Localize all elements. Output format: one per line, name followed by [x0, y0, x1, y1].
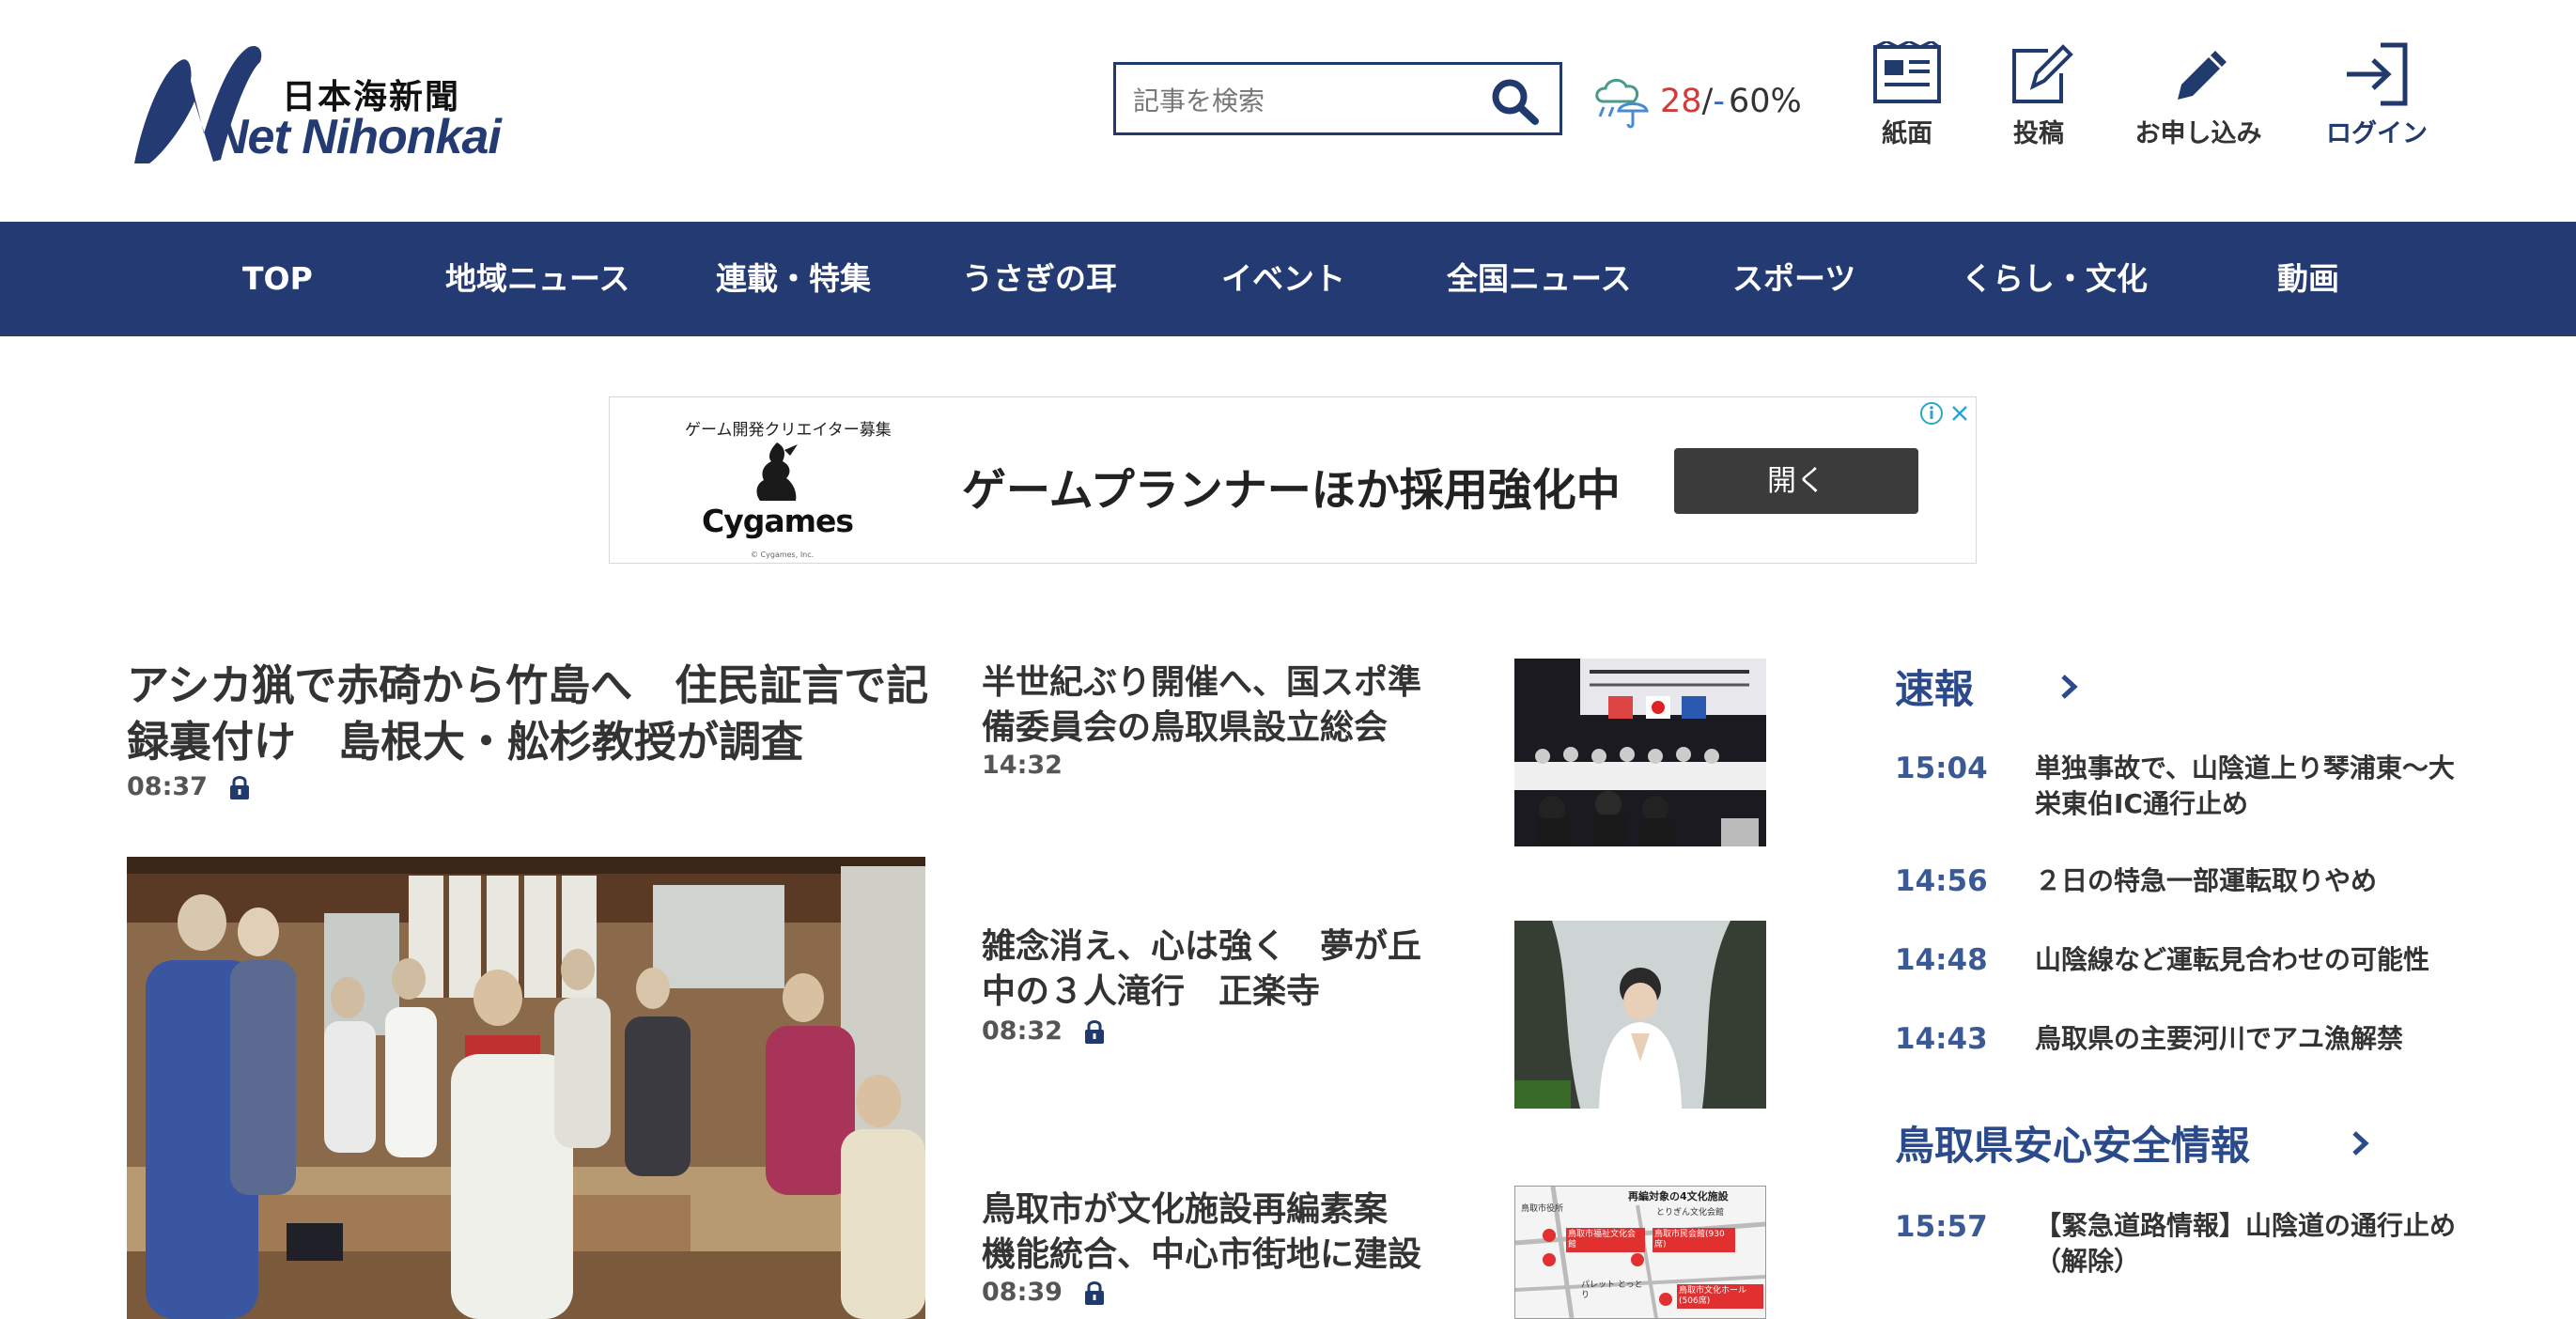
map-label: 鳥取市文化ホール(506席)	[1677, 1284, 1763, 1309]
mid-article-meta: 08:39	[982, 1278, 1106, 1307]
map-label: パレット とっとり	[1581, 1280, 1643, 1300]
nav-item-usagi[interactable]: うさぎの耳	[962, 222, 1117, 336]
ad-small-text: ゲーム開発クリエイター募集	[685, 421, 892, 440]
ad-open-button[interactable]: 開く	[1674, 448, 1918, 514]
mid-article-thumb-map[interactable]: 再編対象の4文化施設 鳥取市福祉文化会館 鳥取市民会館(930席) 鳥取市文化ホ…	[1514, 1186, 1766, 1319]
breaking-item[interactable]: ２日の特急一部運転取りやめ	[2035, 863, 2476, 899]
safety-time: 15:57	[1895, 1210, 1988, 1244]
main-photo-image	[127, 857, 925, 1319]
header-link-post[interactable]: 投稿	[2001, 41, 2076, 149]
nav-item-series[interactable]: 連載・特集	[716, 222, 871, 336]
nav-item-local-news[interactable]: 地域ニュース	[445, 222, 629, 336]
article-time: 08:37	[127, 772, 208, 801]
mid-article-meta: 14:32	[982, 751, 1063, 780]
logo-text: Net Nihonkai	[213, 110, 502, 164]
header-link-label: お申し込み	[2134, 119, 2262, 148]
safety-item[interactable]: 【緊急道路情報】山陰道の通行止め（解除）	[2035, 1208, 2476, 1280]
breaking-item[interactable]: 山陰線など運転見合わせの可能性	[2035, 942, 2476, 978]
mid-article-title[interactable]: 半世紀ぶり開催へ、国スポ準備委員会の鳥取県設立総会	[982, 660, 1451, 751]
ad-brand-name: Cygames	[702, 503, 854, 539]
nav-item-sports[interactable]: スポーツ	[1732, 222, 1855, 336]
cygames-logo-icon	[756, 442, 798, 501]
ad-close-icon[interactable]	[1948, 401, 1972, 426]
breaking-item[interactable]: 鳥取県の主要河川でアユ漁解禁	[2035, 1021, 2476, 1057]
nav-item-events[interactable]: イベント	[1221, 222, 1345, 336]
pen-icon	[2178, 51, 2227, 100]
article-time: 14:32	[982, 751, 1063, 780]
weather-widget[interactable]: 28/- 60%	[1591, 73, 1802, 130]
rain-chance: 60%	[1728, 83, 1802, 120]
breaking-item[interactable]: 単独事故で、山陰道上り琴浦東～大栄東伯IC通行止め	[2035, 751, 2476, 822]
thumb-waterfall-image	[1514, 921, 1766, 1109]
lock-icon	[1084, 1280, 1104, 1305]
cloud-rain-umbrella-icon	[1595, 79, 1649, 129]
nav-item-top[interactable]: TOP	[242, 222, 313, 336]
nav-item-life-culture[interactable]: くらし・文化	[1962, 222, 2148, 336]
chevron-right-icon[interactable]	[2349, 1127, 2371, 1159]
map-label: 鳥取市福祉文化会館	[1566, 1228, 1645, 1252]
nav-item-national-news[interactable]: 全国ニュース	[1447, 222, 1631, 336]
search-icon	[1492, 79, 1539, 125]
lock-icon	[229, 775, 249, 799]
main-nav: TOP 地域ニュース 連載・特集 うさぎの耳 イベント 全国ニュース スポーツ …	[0, 222, 2576, 336]
mid-article-meta: 08:32	[982, 1016, 1106, 1046]
search-input[interactable]	[1131, 78, 1473, 123]
main-article-meta: 08:37	[127, 772, 251, 801]
main-article-photo[interactable]	[127, 857, 925, 1319]
ad-headline: ゲームプランナーほか採用強化中	[962, 465, 1621, 517]
chevron-right-icon[interactable]	[2057, 671, 2080, 703]
nav-item-video[interactable]: 動画	[2277, 222, 2339, 336]
breaking-time: 14:56	[1895, 864, 1988, 898]
mid-article-thumb[interactable]	[1514, 921, 1766, 1109]
mid-article-title[interactable]: 鳥取市が文化施設再編素案 機能統合、中心市街地に建設	[982, 1187, 1451, 1278]
edit-icon	[2012, 44, 2073, 103]
header-link-login[interactable]: ログイン	[2320, 41, 2433, 149]
header-link-apply[interactable]: お申し込み	[2128, 41, 2269, 149]
search-box	[1113, 62, 1562, 135]
article-time: 08:39	[982, 1278, 1063, 1307]
header-link-paper[interactable]: 紙面	[1868, 41, 1947, 149]
map-label: 鳥取市役所	[1521, 1204, 1564, 1214]
breaking-news-heading[interactable]: 速報	[1895, 658, 1974, 715]
article-time: 08:32	[982, 1016, 1063, 1046]
ad-info-icon[interactable]	[1919, 401, 1944, 426]
breaking-time: 14:43	[1895, 1022, 1988, 1056]
breaking-time: 14:48	[1895, 943, 1988, 977]
ad-copyright: © Cygames, Inc.	[751, 551, 815, 559]
weather-separator: /	[1701, 83, 1714, 120]
newspaper-icon	[1873, 41, 1941, 103]
header-link-label: ログイン	[2326, 119, 2428, 148]
login-icon	[2347, 42, 2408, 106]
mid-article-title[interactable]: 雑念消え、心は強く 夢が丘中の３人滝行 正楽寺	[982, 924, 1451, 1015]
main-article-title[interactable]: アシカ猟で赤碕から竹島へ 住民証言で記録裏付け 島根大・舩杉教授が調査	[127, 658, 935, 770]
temp-min: -	[1713, 83, 1725, 120]
search-button[interactable]	[1486, 74, 1543, 127]
breaking-time: 15:04	[1895, 752, 1988, 785]
header-link-label: 紙面	[1882, 119, 1932, 148]
map-label: 鳥取市民会館(930席)	[1653, 1228, 1735, 1252]
mid-article-thumb[interactable]	[1514, 659, 1766, 846]
map-label: とりぎん文化会館	[1656, 1208, 1725, 1218]
lock-icon	[1084, 1019, 1104, 1044]
ad-banner[interactable]: ゲーム開発クリエイター募集 Cygames © Cygames, Inc. ゲー…	[609, 396, 1977, 564]
temperature: 28	[1660, 83, 1702, 120]
thumb-conference-image	[1514, 659, 1766, 846]
header-link-label: 投稿	[2013, 119, 2064, 148]
site-logo[interactable]: 日本海新聞 Net Nihonkai	[127, 39, 503, 171]
safety-info-heading[interactable]: 鳥取県安心安全情報	[1895, 1114, 2250, 1172]
